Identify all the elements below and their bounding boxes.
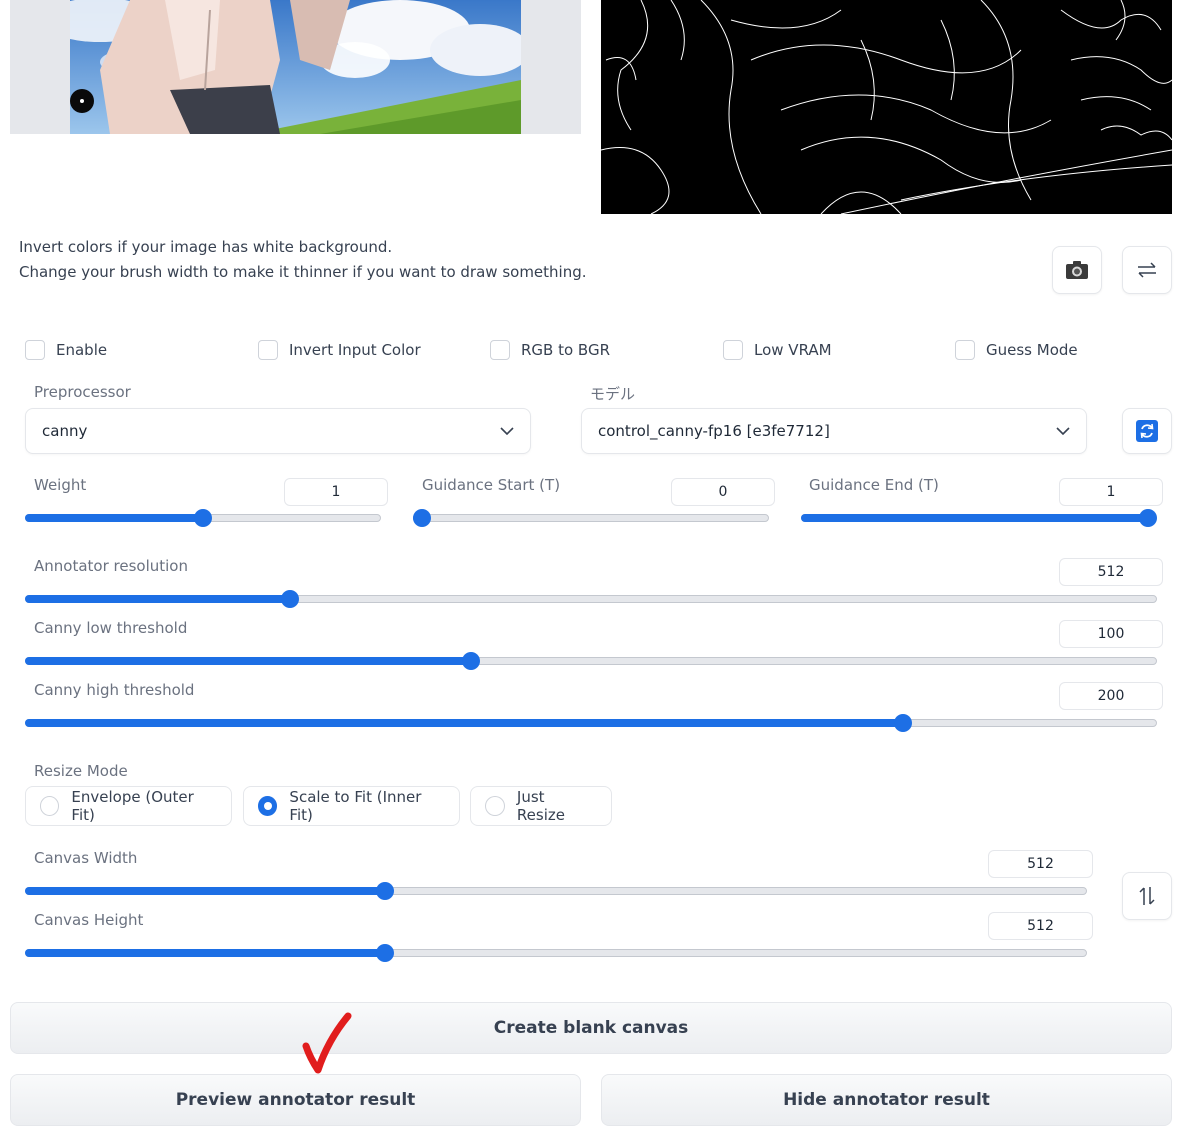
input-image-panel[interactable] — [10, 0, 581, 134]
canvas-height-label: Canvas Height — [34, 911, 144, 929]
model-label: モデル — [590, 385, 636, 403]
guidance-end-slider-thumb[interactable] — [1139, 509, 1157, 527]
camera-button[interactable] — [1052, 246, 1102, 294]
canny-edges-artwork — [601, 0, 1172, 214]
enable-checkbox[interactable]: Enable — [25, 339, 107, 361]
input-image-artwork — [70, 0, 521, 134]
low-vram-label: Low VRAM — [754, 341, 832, 359]
enable-checkbox-box[interactable] — [25, 340, 45, 360]
guidance-start-slider[interactable] — [413, 508, 769, 528]
preprocessor-label: Preprocessor — [34, 383, 131, 401]
canvas-width-label: Canvas Width — [34, 849, 138, 867]
canvas-height-number-input[interactable]: 512 — [988, 912, 1093, 940]
hide-annotator-result-button[interactable]: Hide annotator result — [601, 1074, 1172, 1126]
weight-number-input[interactable]: 1 — [284, 478, 388, 506]
radio-envelope-outer-fit[interactable]: Envelope (Outer Fit) — [25, 786, 232, 826]
chevron-down-icon — [1056, 427, 1070, 435]
swap-vertical-icon — [1139, 887, 1155, 905]
weight-slider[interactable] — [25, 508, 381, 528]
help-line-2: Change your brush width to make it thinn… — [19, 263, 587, 281]
guess-mode-box[interactable] — [955, 340, 975, 360]
enable-label: Enable — [56, 341, 108, 359]
canvas-width-number-input[interactable]: 512 — [988, 850, 1093, 878]
canny-low-threshold-number-input[interactable]: 100 — [1059, 620, 1163, 648]
radio-just-resize[interactable]: Just Resize — [470, 786, 612, 826]
guidance-start-label: Guidance Start (T) — [422, 476, 561, 494]
radio-scale-to-fit-circle[interactable] — [258, 796, 278, 816]
red-checkmark-annotation — [302, 1012, 352, 1074]
canny-low-threshold-label: Canny low threshold — [34, 619, 188, 637]
guidance-start-number-input[interactable]: 0 — [671, 478, 775, 506]
model-dropdown[interactable]: control_canny-fp16 [e3fe7712] — [581, 408, 1087, 454]
radio-scale-to-fit[interactable]: Scale to Fit (Inner Fit) — [243, 786, 460, 826]
preprocessor-dropdown[interactable]: canny — [25, 408, 531, 454]
canvas-width-slider-thumb[interactable] — [376, 882, 394, 900]
chevron-down-icon — [500, 427, 514, 435]
invert-input-color-checkbox[interactable]: Invert Input Color — [258, 339, 421, 361]
low-vram-checkbox[interactable]: Low VRAM — [723, 339, 832, 361]
weight-label: Weight — [34, 476, 87, 494]
guidance-end-label: Guidance End (T) — [809, 476, 939, 494]
invert-input-color-box[interactable] — [258, 340, 278, 360]
guess-mode-label: Guess Mode — [986, 341, 1078, 359]
annotator-resolution-label: Annotator resolution — [34, 557, 188, 575]
canvas-height-slider[interactable] — [25, 943, 1087, 963]
guess-mode-checkbox[interactable]: Guess Mode — [955, 339, 1078, 361]
model-value: control_canny-fp16 [e3fe7712] — [598, 422, 830, 440]
radio-just-resize-circle[interactable] — [485, 796, 505, 816]
guidance-end-number-input[interactable]: 1 — [1059, 478, 1163, 506]
radio-envelope-circle[interactable] — [40, 796, 60, 816]
canny-high-threshold-slider[interactable] — [25, 713, 1157, 733]
radio-envelope-label: Envelope (Outer Fit) — [71, 788, 194, 824]
create-blank-canvas-button[interactable]: Create blank canvas — [10, 1002, 1172, 1054]
resize-mode-label: Resize Mode — [34, 762, 128, 780]
rgb-to-bgr-label: RGB to BGR — [521, 341, 611, 359]
help-text: Invert colors if your image has white ba… — [19, 235, 587, 285]
brush-cursor — [70, 89, 94, 113]
input-image[interactable] — [70, 0, 521, 134]
canny-high-threshold-number-input[interactable]: 200 — [1059, 682, 1163, 710]
annotator-result-image — [601, 0, 1172, 214]
canny-high-threshold-slider-thumb[interactable] — [894, 714, 912, 732]
preprocessor-value: canny — [42, 422, 88, 440]
radio-scale-to-fit-label: Scale to Fit (Inner Fit) — [289, 788, 422, 824]
swap-dimensions-button[interactable] — [1122, 872, 1172, 920]
help-line-1: Invert colors if your image has white ba… — [19, 238, 393, 256]
canny-low-threshold-slider-thumb[interactable] — [462, 652, 480, 670]
radio-just-resize-label: Just Resize — [516, 788, 565, 824]
canny-low-threshold-slider[interactable] — [25, 651, 1157, 671]
swap-arrows-icon — [1138, 262, 1156, 278]
refresh-models-button[interactable] — [1122, 408, 1172, 454]
swap-button[interactable] — [1122, 246, 1172, 294]
rgb-to-bgr-box[interactable] — [490, 340, 510, 360]
canny-high-threshold-label: Canny high threshold — [34, 681, 195, 699]
annotator-resolution-slider-thumb[interactable] — [281, 590, 299, 608]
guidance-end-slider[interactable] — [801, 508, 1157, 528]
annotator-resolution-slider[interactable] — [25, 589, 1157, 609]
camera-icon — [1066, 261, 1088, 279]
refresh-icon — [1136, 420, 1158, 442]
canvas-height-slider-thumb[interactable] — [376, 944, 394, 962]
guidance-start-slider-thumb[interactable] — [413, 509, 431, 527]
preview-annotator-result-button[interactable]: Preview annotator result — [10, 1074, 581, 1126]
weight-slider-thumb[interactable] — [194, 509, 212, 527]
canvas-width-slider[interactable] — [25, 881, 1087, 901]
invert-input-color-label: Invert Input Color — [289, 341, 421, 359]
low-vram-box[interactable] — [723, 340, 743, 360]
rgb-to-bgr-checkbox[interactable]: RGB to BGR — [490, 339, 610, 361]
annotator-resolution-number-input[interactable]: 512 — [1059, 558, 1163, 586]
